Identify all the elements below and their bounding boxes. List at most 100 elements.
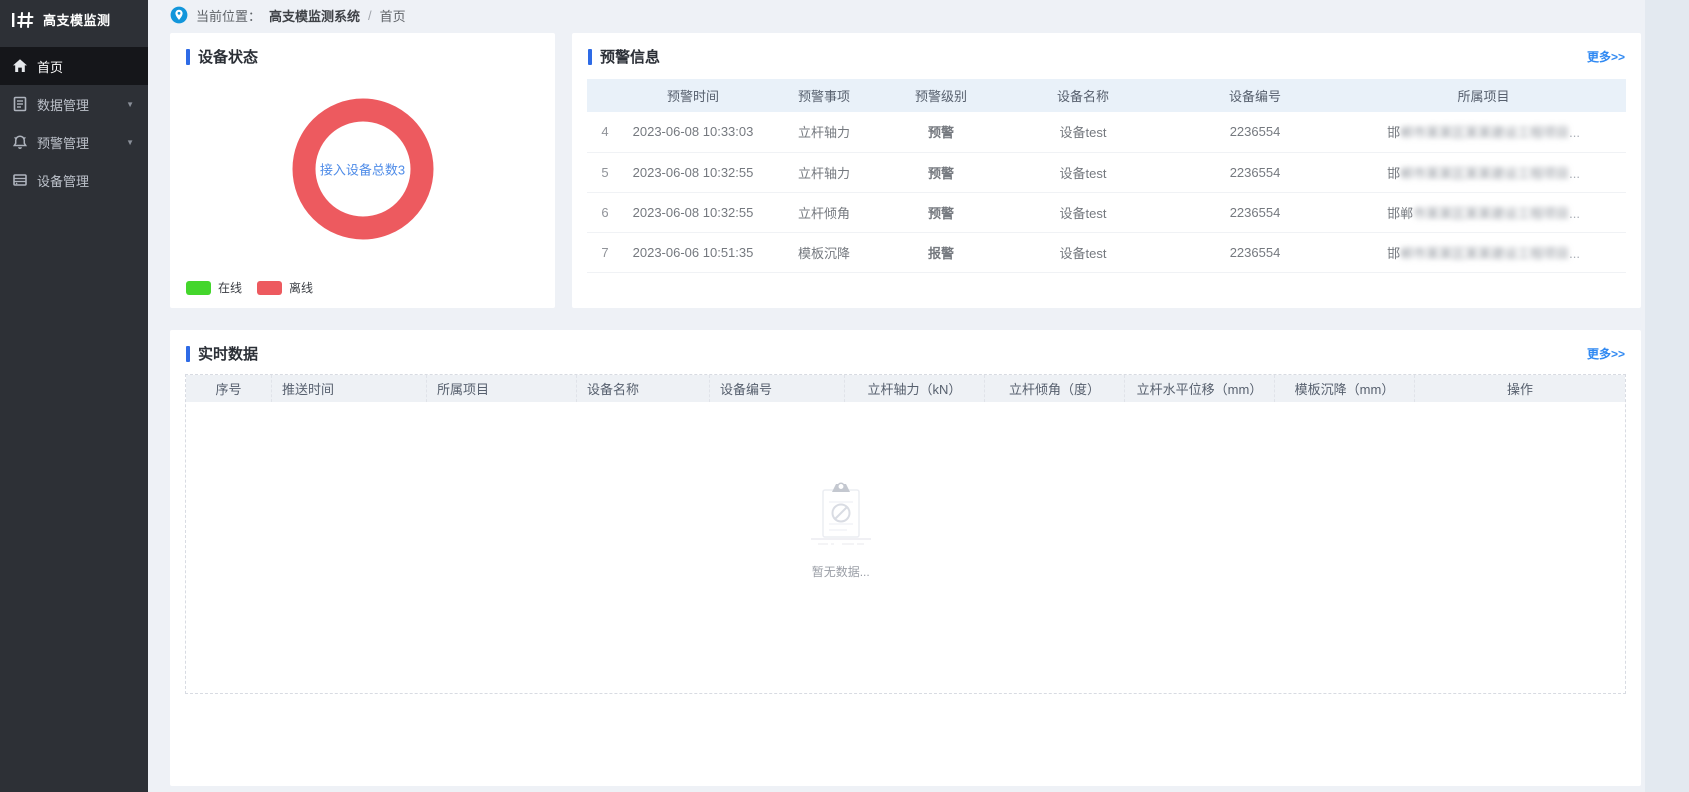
table-row[interactable]: 4 2023-06-08 10:33:03 立杆轴力 预警 设备test 223… — [587, 112, 1626, 152]
sidebar-item-warning-management[interactable]: 预警管理 ▼ — [0, 123, 148, 161]
redacted-text: 郸市某某区某某建设工程项目 — [1400, 125, 1569, 140]
redacted-text: 郸市某某区某某建设工程项目 — [1400, 166, 1569, 181]
panel-title: 设备状态 — [198, 46, 539, 67]
col-header: 预警时间 — [623, 79, 763, 112]
row-index: 6 — [587, 192, 623, 232]
cell-device-no: 2236554 — [1169, 192, 1341, 232]
sidebar-item-label: 预警管理 — [37, 133, 89, 152]
home-icon — [12, 58, 28, 74]
sidebar-item-label: 数据管理 — [37, 95, 89, 114]
col-header: 操作 — [1415, 375, 1625, 402]
col-header: 设备编号 — [710, 375, 845, 402]
warning-more-link[interactable]: 更多>> — [1587, 48, 1625, 65]
breadcrumb-separator: / — [368, 8, 372, 23]
cell-time: 2023-06-08 10:33:03 — [623, 112, 763, 152]
legend-offline-label: 离线 — [289, 279, 313, 296]
col-header: 预警事项 — [763, 79, 885, 112]
panel-title: 实时数据 — [198, 343, 1587, 364]
redacted-text: 市某某区某某建设工程项目 — [1413, 206, 1569, 221]
warning-table-header-row: 预警时间 预警事项 预警级别 设备名称 设备编号 所属项目 — [587, 79, 1626, 112]
cell-time: 2023-06-08 10:32:55 — [623, 152, 763, 192]
cell-device-name: 设备test — [997, 112, 1169, 152]
legend-online-label: 在线 — [218, 279, 242, 296]
col-header: 设备编号 — [1169, 79, 1341, 112]
sidebar-item-label: 首页 — [37, 57, 63, 76]
device-status-chart[interactable]: 接入设备总数3 — [170, 71, 555, 266]
col-header: 立杆水平位移（mm） — [1125, 375, 1275, 402]
sidebar-item-data-management[interactable]: 数据管理 ▼ — [0, 85, 148, 123]
cell-item: 立杆轴力 — [763, 152, 885, 192]
breadcrumb: 当前位置： 高支模监测系统 / 首页 — [148, 0, 1645, 30]
cell-project: 邯郸市某某区某某建设工程项目... — [1341, 112, 1626, 152]
sidebar-item-device-management[interactable]: 设备管理 — [0, 161, 148, 199]
sidebar-menu: 首页 数据管理 ▼ — [0, 47, 148, 199]
breadcrumb-current[interactable]: 首页 — [380, 6, 406, 25]
cell-item: 立杆倾角 — [763, 192, 885, 232]
table-row[interactable]: 7 2023-06-06 10:51:35 模板沉降 报警 设备test 223… — [587, 232, 1626, 272]
cell-device-name: 设备test — [997, 192, 1169, 232]
cell-device-name: 设备test — [997, 232, 1169, 272]
table-row[interactable]: 6 2023-06-08 10:32:55 立杆倾角 预警 设备test 223… — [587, 192, 1626, 232]
main-area: 当前位置： 高支模监测系统 / 首页 设备状态 接入设备总数3 — [148, 0, 1645, 792]
realtime-panel: 实时数据 更多>> 序号 推送时间 所属项目 设备名称 设备编号 立杆轴力（kN… — [170, 330, 1641, 786]
sidebar-item-label: 设备管理 — [37, 171, 89, 190]
cell-level: 预警 — [885, 192, 997, 232]
device-icon — [12, 172, 28, 188]
redacted-text: 郸市某某区某某建设工程项目 — [1400, 246, 1569, 261]
col-header: 模板沉降（mm） — [1275, 375, 1415, 402]
data-icon — [12, 96, 28, 112]
cell-item: 立杆轴力 — [763, 112, 885, 152]
row-index: 7 — [587, 232, 623, 272]
col-header: 所属项目 — [1341, 79, 1626, 112]
cell-level: 报警 — [885, 232, 997, 272]
sidebar: 高支模监测 首页 数据管理 ▼ — [0, 0, 148, 792]
col-header: 设备名称 — [997, 79, 1169, 112]
device-status-panel: 设备状态 接入设备总数3 在线 离线 — [170, 33, 555, 308]
breadcrumb-root[interactable]: 高支模监测系统 — [269, 6, 360, 25]
cell-time: 2023-06-06 10:51:35 — [623, 232, 763, 272]
sidebar-item-home[interactable]: 首页 — [0, 47, 148, 85]
cell-level: 预警 — [885, 112, 997, 152]
cell-device-no: 2236554 — [1169, 152, 1341, 192]
realtime-more-link[interactable]: 更多>> — [1587, 345, 1625, 362]
warning-table: 预警时间 预警事项 预警级别 设备名称 设备编号 所属项目 4 — [587, 79, 1626, 273]
chevron-down-icon: ▼ — [126, 100, 134, 109]
col-header: 立杆倾角（度） — [985, 375, 1125, 402]
donut-center-label: 接入设备总数3 — [320, 159, 405, 178]
legend-online-swatch[interactable] — [186, 281, 211, 295]
row-index: 4 — [587, 112, 623, 152]
app-root: 高支模监测 首页 数据管理 ▼ — [0, 0, 1689, 792]
location-pin-icon — [170, 6, 188, 24]
empty-clipboard-icon — [808, 480, 874, 553]
col-header-index — [587, 79, 623, 112]
cell-device-name: 设备test — [997, 152, 1169, 192]
col-header: 序号 — [186, 375, 272, 402]
logo[interactable]: 高支模监测 — [0, 0, 148, 41]
cell-device-no: 2236554 — [1169, 232, 1341, 272]
col-header: 设备名称 — [577, 375, 710, 402]
empty-text: 暂无数据... — [812, 563, 870, 580]
col-header: 预警级别 — [885, 79, 997, 112]
alarm-icon — [12, 134, 28, 150]
realtime-table-header-row: 序号 推送时间 所属项目 设备名称 设备编号 立杆轴力（kN） 立杆倾角（度） … — [186, 375, 1625, 402]
realtime-table-body: 暂无数据... — [186, 402, 1625, 693]
warning-panel: 预警信息 更多>> 预警时间 预警事项 — [572, 33, 1641, 308]
realtime-table: 序号 推送时间 所属项目 设备名称 设备编号 立杆轴力（kN） 立杆倾角（度） … — [185, 374, 1626, 694]
col-header: 推送时间 — [272, 375, 427, 402]
cell-item: 模板沉降 — [763, 232, 885, 272]
empty-state: 暂无数据... — [808, 480, 874, 580]
cell-time: 2023-06-08 10:32:55 — [623, 192, 763, 232]
title-accent-bar — [186, 346, 190, 362]
cell-project: 邯郸市某某区某某建设工程项目... — [1341, 232, 1626, 272]
col-header: 立杆轴力（kN） — [845, 375, 985, 402]
title-accent-bar — [588, 49, 592, 65]
cell-project: 邯郸市某某区某某建设工程项目... — [1341, 152, 1626, 192]
table-row[interactable]: 5 2023-06-08 10:32:55 立杆轴力 预警 设备test 223… — [587, 152, 1626, 192]
logo-grid-icon — [12, 11, 36, 29]
legend-offline-swatch[interactable] — [257, 281, 282, 295]
chevron-down-icon: ▼ — [126, 138, 134, 147]
chart-legend: 在线 离线 — [186, 279, 313, 296]
cell-device-no: 2236554 — [1169, 112, 1341, 152]
col-header: 所属项目 — [427, 375, 577, 402]
title-accent-bar — [186, 49, 190, 65]
